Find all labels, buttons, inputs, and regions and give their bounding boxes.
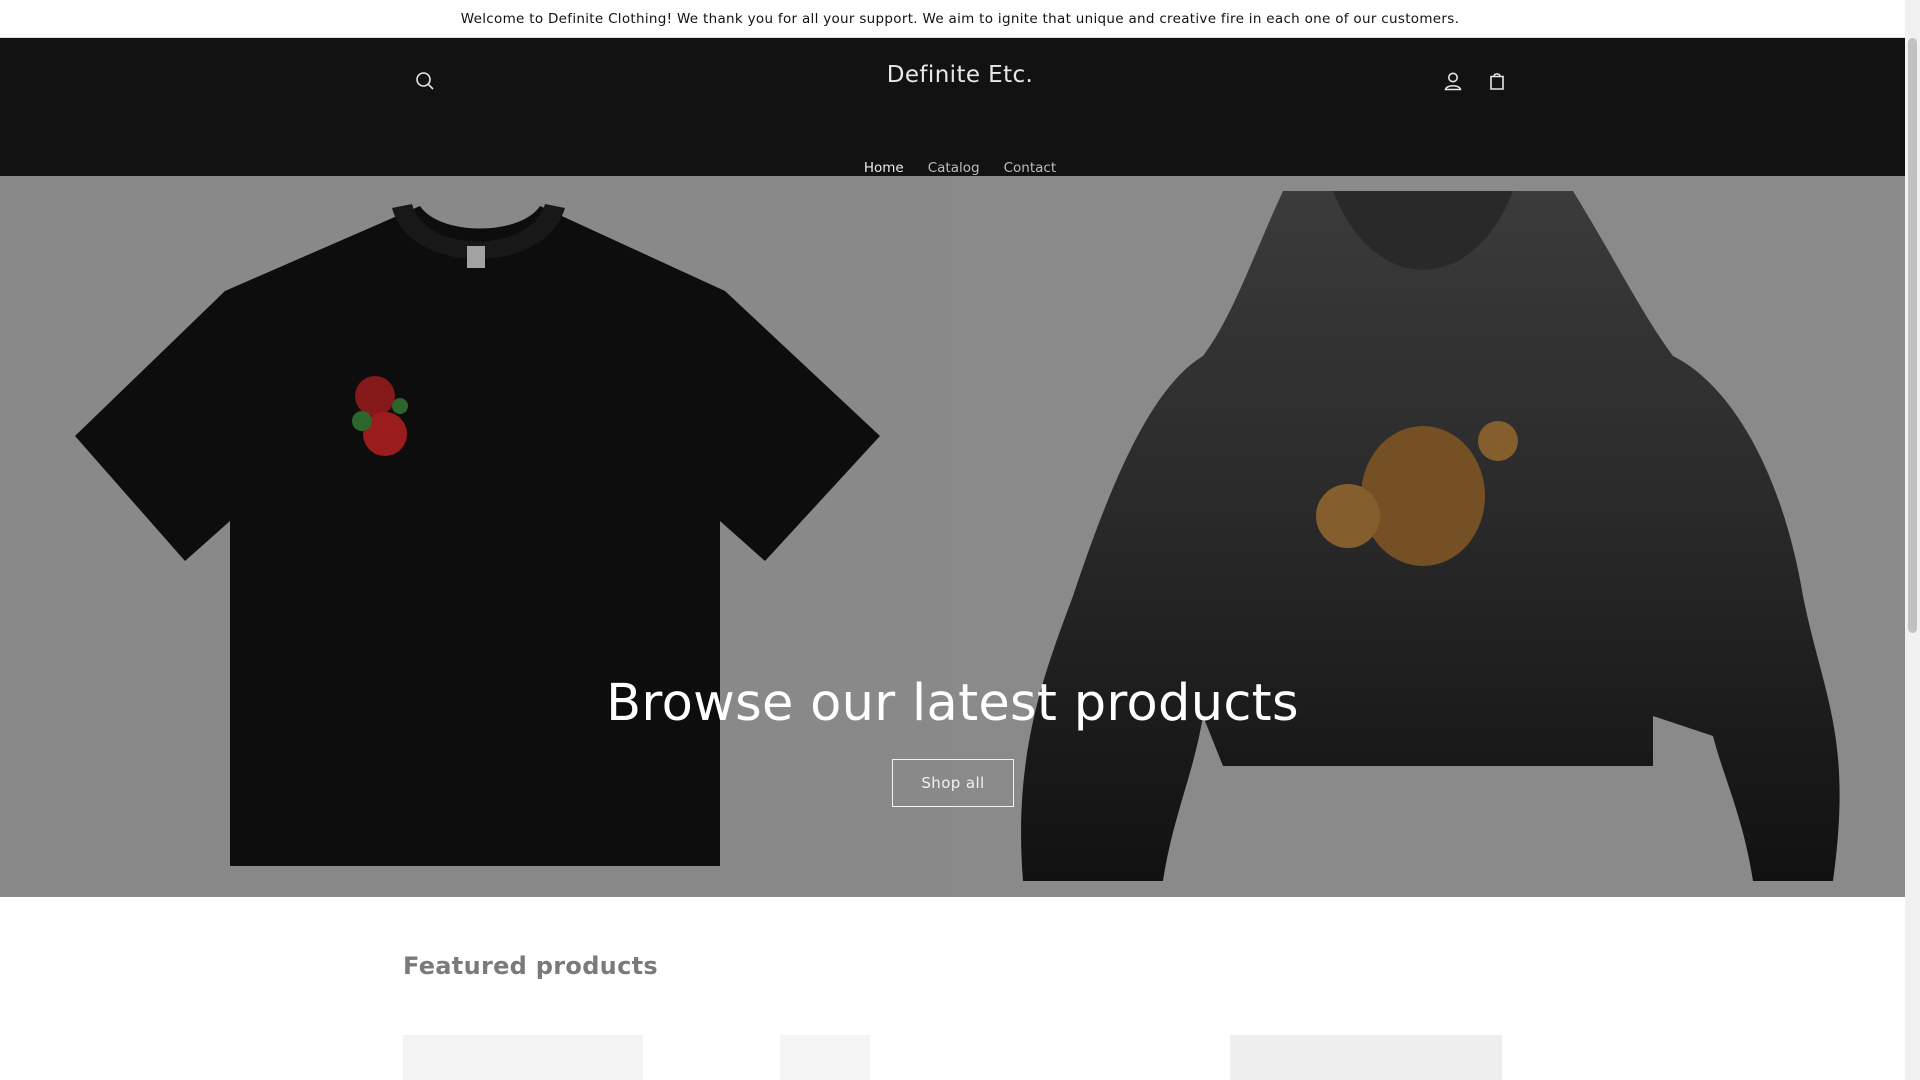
header-inner: Definite Etc. — [403, 38, 1517, 123]
main-nav: Home Catalog Contact — [0, 160, 1920, 176]
brand-logo[interactable]: Definite Etc. — [887, 62, 1034, 88]
scrollbar-thumb[interactable] — [1908, 38, 1917, 633]
shop-all-button[interactable]: Shop all — [892, 759, 1014, 807]
featured-products-heading: Featured products — [403, 952, 658, 980]
hero-banner: Browse our latest products Shop all — [0, 176, 1905, 897]
nav-catalog[interactable]: Catalog — [916, 160, 992, 176]
announcement-bar: Welcome to Definite Clothing! We thank y… — [0, 0, 1920, 38]
site-header: Definite Etc. Home Catalog Contact — [0, 38, 1920, 176]
search-icon — [416, 72, 434, 90]
account-button[interactable] — [1431, 59, 1475, 103]
account-icon — [1444, 72, 1462, 91]
announcement-text: Welcome to Definite Clothing! We thank y… — [460, 10, 1460, 27]
search-button[interactable] — [403, 59, 447, 103]
nav-contact[interactable]: Contact — [992, 160, 1069, 176]
product-card[interactable] — [780, 1035, 870, 1080]
cart-button[interactable] — [1475, 59, 1519, 103]
product-card[interactable] — [403, 1035, 643, 1080]
product-card[interactable] — [1230, 1035, 1502, 1080]
scrollbar[interactable] — [1905, 0, 1920, 1080]
nav-home[interactable]: Home — [852, 160, 916, 176]
cart-icon — [1490, 73, 1504, 90]
hero-title: Browse our latest products — [606, 674, 1299, 733]
